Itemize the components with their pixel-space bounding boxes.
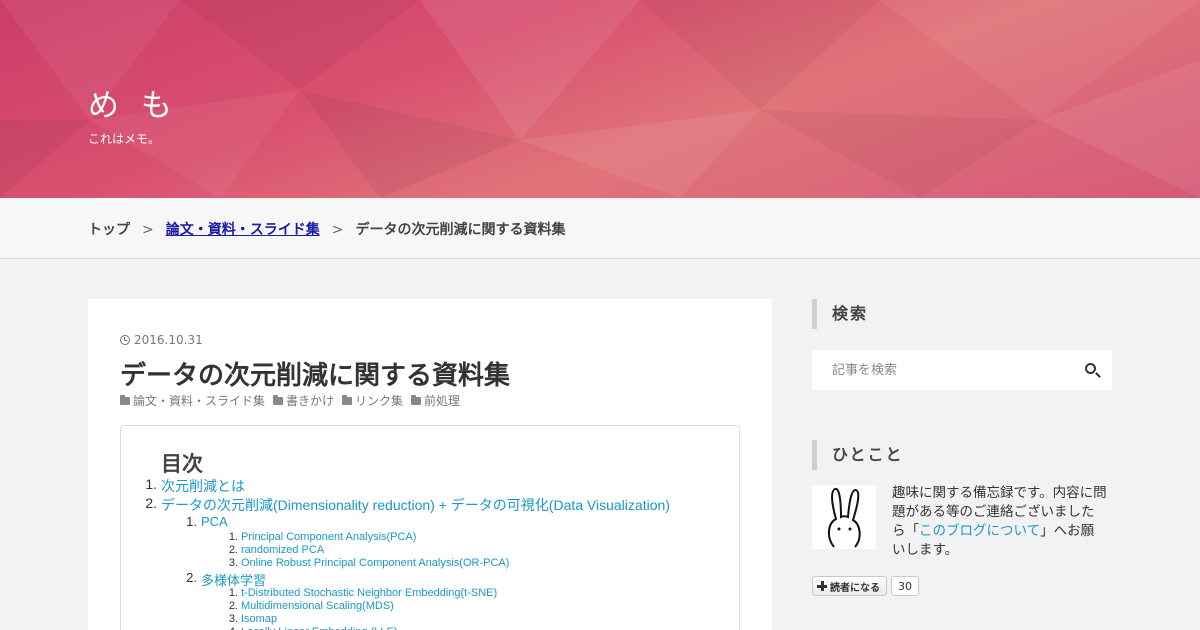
toc-item-number: 1. <box>228 531 238 543</box>
folder-icon <box>273 394 284 405</box>
rabbit-avatar-icon <box>828 487 861 548</box>
toc-item: 2. データの次元削減(Dimensionality reduction) + デ… <box>145 495 670 514</box>
profile-widget-title: ひとこと <box>812 440 904 470</box>
site-header: め も これはメモ。 <box>0 0 1200 198</box>
category-item[interactable]: リンク集 <box>342 392 403 409</box>
search-widget-title: 検索 <box>812 299 868 329</box>
toc-item-link[interactable]: randomized PCA <box>241 544 324 556</box>
entry-title[interactable]: データの次元削減に関する資料集 <box>120 355 510 392</box>
toc-item: 3. Online Robust Principal Component Anal… <box>145 557 670 570</box>
article-card: 2016.10.31 データの次元削減に関する資料集 論文・資料・スライド集 書… <box>88 299 772 630</box>
toc-item-number: 1. <box>145 476 157 492</box>
entry-categories: 論文・資料・スライド集 書きかけ リンク集 前処理 <box>120 392 460 409</box>
subscribe-widget: 読者になる 30 <box>812 576 919 596</box>
toc-item-link[interactable]: Online Robust Principal Component Analys… <box>241 557 509 569</box>
category-label: 前処理 <box>424 394 461 408</box>
toc-item-link[interactable]: データの次元削減(Dimensionality reduction) + データ… <box>161 497 670 513</box>
search-box <box>812 350 1112 390</box>
toc-item: 3. Isomap <box>145 613 670 626</box>
header-background-pattern <box>0 0 1200 198</box>
breadcrumb-separator: > <box>142 222 154 238</box>
folder-icon <box>342 394 353 405</box>
search-input[interactable] <box>832 362 1072 378</box>
toc-item-number: 1. <box>228 587 238 599</box>
toc-item-link[interactable]: t-Distributed Stochastic Neighbor Embedd… <box>241 587 497 599</box>
toc-item: 2. Multidimensional Scaling(MDS) <box>145 600 670 613</box>
breadcrumb-current: データの次元削減に関する資料集 <box>355 222 566 238</box>
toc-item-number: 3. <box>228 557 238 569</box>
breadcrumb-category-link[interactable]: 論文・資料・スライド集 <box>166 222 320 238</box>
toc-item-link[interactable]: 多様体学習 <box>201 573 266 588</box>
toc-item-link[interactable]: PCA <box>201 514 228 529</box>
toc-item-link[interactable]: Locally Linear Embedding (LLE) <box>241 626 398 630</box>
category-label: 論文・資料・スライド集 <box>133 394 266 408</box>
folder-icon <box>120 394 130 405</box>
toc-item: 1. PCA <box>145 514 670 531</box>
entry-date-text: 2016.10.31 <box>134 333 203 347</box>
toc-item-number: 4. <box>224 626 238 630</box>
toc-item: 1. t-Distributed Stochastic Neighbor Embe… <box>145 587 670 600</box>
category-item[interactable]: 論文・資料・スライド集 <box>120 392 265 409</box>
search-icon[interactable] <box>1085 363 1096 374</box>
breadcrumb-separator: > <box>331 222 344 238</box>
breadcrumb: トップ > 論文・資料・スライド集 > データの次元削減に関する資料集 <box>88 219 565 239</box>
subscribe-button[interactable]: 読者になる <box>812 576 887 596</box>
breadcrumb-bar: トップ > 論文・資料・スライド集 > データの次元削減に関する資料集 <box>0 198 1200 259</box>
table-of-contents: 目次 1. 次元削減とは 2. データの次元削減(Dimensionality red… <box>120 425 740 630</box>
toc-item: 2. randomized PCA <box>145 544 670 557</box>
entry-date: 2016.10.31 <box>120 333 203 347</box>
toc-item: 1. 次元削減とは <box>145 476 670 495</box>
toc-item-link[interactable]: Multidimensional Scaling(MDS) <box>241 600 394 612</box>
toc-item-number: 2. <box>145 495 157 511</box>
avatar[interactable] <box>812 485 876 549</box>
toc-item-number: 3. <box>228 613 238 625</box>
clock-icon <box>120 335 130 345</box>
toc-item-number: 2. <box>228 544 238 556</box>
category-label: 書きかけ <box>286 394 335 408</box>
breadcrumb-top[interactable]: トップ <box>88 222 130 238</box>
about-blog-link[interactable]: このブログについて <box>919 523 1040 539</box>
plus-icon <box>817 581 827 591</box>
site-title[interactable]: め も <box>88 80 178 125</box>
toc-item-number: 2. <box>228 600 238 612</box>
site-description: これはメモ。 <box>88 132 161 146</box>
category-label: リンク集 <box>355 394 404 408</box>
toc-item: 4.Locally Linear Embedding (LLE) <box>145 626 670 630</box>
folder-icon <box>411 394 422 405</box>
category-item[interactable]: 書きかけ <box>273 392 334 409</box>
toc-list: 1. 次元削減とは 2. データの次元削減(Dimensionality reduct… <box>145 476 670 630</box>
toc-item-link[interactable]: Isomap <box>241 613 277 625</box>
subscriber-count: 30 <box>891 576 919 596</box>
profile-text: 趣味に関する備忘録です。内容に問題がある等のご連絡ございましたら「このブログにつ… <box>892 484 1107 560</box>
toc-item-link[interactable]: 次元削減とは <box>161 478 245 494</box>
toc-item-number: 2. <box>186 570 197 585</box>
toc-item-link[interactable]: Principal Component Analysis(PCA) <box>241 531 416 543</box>
category-item[interactable]: 前処理 <box>411 392 460 409</box>
toc-item-number: 1. <box>186 514 197 529</box>
toc-item: 2. 多様体学習 <box>145 570 670 588</box>
toc-title: 目次 <box>161 452 203 476</box>
toc-item: 1. Principal Component Analysis(PCA) <box>145 531 670 544</box>
subscribe-label: 読者になる <box>830 582 880 594</box>
